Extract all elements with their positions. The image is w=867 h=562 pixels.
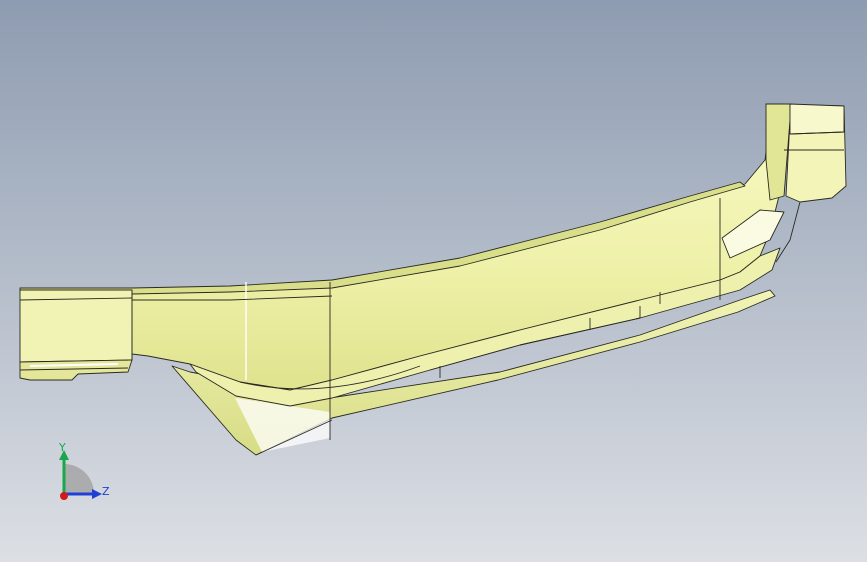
model-right-block-top[interactable] [789,103,845,135]
x-axis-dot [60,492,68,500]
z-axis-arrow [92,489,102,499]
triad-arc [64,464,94,494]
graphics-viewport[interactable]: Y Z [0,0,867,562]
triad-graphic [59,450,102,500]
reference-triad: Y Z [40,438,120,510]
z-axis-label: Z [102,485,110,498]
model-left-block[interactable] [19,289,133,363]
y-axis-label: Y [59,441,66,454]
viewport-canvas[interactable] [0,0,867,562]
